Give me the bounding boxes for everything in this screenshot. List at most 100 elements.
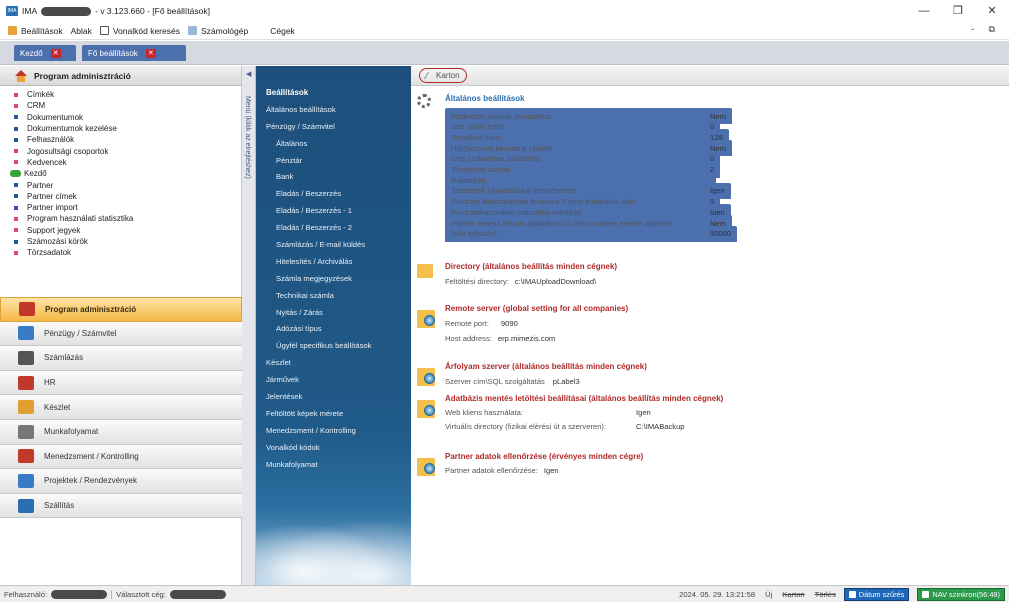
settings-nav-item[interactable]: Beállítások [256,84,411,101]
module-label: Készlet [44,402,71,412]
server-folder-icon [417,458,435,476]
tree-item[interactable]: Program használati statisztika [14,213,241,224]
tree-item[interactable]: Dokumentumok kezelése [14,123,241,134]
module-button[interactable]: Számlázás [0,346,242,371]
pencil-icon [423,72,436,79]
karton-status-button[interactable]: Karton [782,590,804,599]
row-value: 9090 [500,319,518,328]
tree-item[interactable]: Címkék [14,89,241,100]
window-titlebar: IMA IMA - v 3.123.660 - [Fő beállítások]… [0,0,1009,22]
tree-item-label: Felhasználók [27,135,75,145]
tree-item[interactable]: Kezdő [10,168,241,179]
settings-nav-item[interactable]: Nyitás / Zárás [256,304,411,321]
tree-item[interactable]: Felhasználók [14,134,241,145]
mdi-controls[interactable]: - ⧉ [971,24,1001,35]
section-title: Remote server (global setting for all co… [445,304,629,313]
tree-item[interactable]: Kedvencek [14,157,241,168]
tree-item-label: Kezdő [24,169,47,179]
settings-nav-item[interactable]: Menedzsment / Kontrolling [256,422,411,439]
settings-nav-item[interactable]: Technikai számla [256,287,411,304]
settings-nav-item[interactable]: Hitelesítés / Archiválás [256,253,411,270]
settings-nav-item[interactable]: Adózási típus [256,320,411,337]
section-title: Directory (általános beállítás minden cé… [445,262,618,271]
module-button[interactable]: Pénzügy / Számvitel [0,321,242,347]
tree-item[interactable]: Jogosultsági csoportok [14,145,241,156]
menu-collapse-strip[interactable]: ◀ Menü (klikk az elrejtéshez) [242,66,256,585]
tree-item[interactable]: CRM [14,100,241,111]
delete-button[interactable]: Törlés [815,590,836,599]
minimize-button[interactable]: — [907,0,941,22]
close-window-button[interactable]: ✕ [975,0,1009,22]
settings-nav-item[interactable]: Ügyfél specifikus beállítások [256,337,411,354]
tree-item-label: Kedvencek [27,157,67,167]
new-button[interactable]: Új [765,590,772,599]
tree-item[interactable]: Dokumentumok [14,112,241,123]
tab-kezdo[interactable]: Kezdő ✕ [14,45,76,61]
menu-vonalkod-kereses[interactable]: Vonalkód keresés [99,26,180,36]
host-address-row: Host address: erp.mimezis.com [445,334,555,343]
collapse-arrow-icon[interactable]: ◀ [246,70,251,78]
menu-szamologep[interactable]: Számológép [187,26,248,36]
settings-nav-item[interactable]: Munkafolyamat [256,456,411,473]
tab-close-icon[interactable]: ✕ [145,48,156,58]
app-icon: IMA [6,6,18,16]
settings-nav-item[interactable]: Vonalkód kódok [256,439,411,456]
bullet-icon [14,228,18,233]
maximize-button[interactable]: ❐ [941,0,975,22]
tree-item[interactable]: Törzsadatok [14,247,241,258]
menubar: Beállítások Ablak Vonalkód keresés Számo… [0,22,1009,40]
module-button[interactable]: Program adminisztráció [0,297,242,322]
tree-item-label: Jogosultsági csoportok [27,146,109,156]
settings-nav-item[interactable]: Általános [256,135,411,152]
settings-nav-item[interactable]: Feltöltött képek mérete [256,405,411,422]
settings-nav-item[interactable]: Eladás / Beszerzés - 2 [256,219,411,236]
module-label: Menedzsment / Kontrolling [44,451,139,461]
settings-nav-item[interactable]: Számlázás / E-mail küldés [256,236,411,253]
menu-ablak[interactable]: Ablak [71,26,92,36]
module-button[interactable]: Munkafolyamat [0,419,242,445]
tree-item[interactable]: Partner import [14,202,241,213]
menu-label: Beállítások [21,25,63,36]
settings-nav-item[interactable]: Pénztár [256,152,411,169]
row-label: Host address: [445,334,492,343]
settings-nav-item[interactable]: Jelentések [256,388,411,405]
tree-item[interactable]: Partner [14,179,241,190]
settings-nav-item[interactable]: Számla megjegyzések [256,270,411,287]
date-filter-button[interactable]: Dátum szűrés [843,588,910,601]
tree-item-label: Support jegyek [27,225,81,235]
settings-nav-item[interactable]: Eladás / Beszerzés [256,185,411,202]
settings-nav-item[interactable]: Eladás / Beszerzés - 1 [256,202,411,219]
tab-close-icon[interactable]: ✕ [50,48,61,58]
tab-fo-beallitasok[interactable]: Fő beállítások ✕ [82,45,186,61]
module-icon [18,350,34,365]
settings-nav-item[interactable]: Bank [256,168,411,185]
row-label: Remote port: [445,319,489,328]
module-button[interactable]: Menedzsment / Kontrolling [0,444,242,470]
redacted-user [51,589,108,599]
module-button[interactable]: HR [0,370,242,396]
module-icon [18,400,34,415]
nav-sync-button[interactable]: NAV szinkron(56:48) [917,588,1005,601]
module-button[interactable]: Készlet [0,395,242,420]
tree-item-label: Dokumentumok kezelése [27,124,117,134]
settings-nav-item[interactable]: Készlet [256,354,411,371]
menu-beallitasok[interactable]: Beállítások [8,26,63,36]
tree-item[interactable]: Partner címek [14,191,241,202]
module-list: Program adminisztráció Pénzügy / Számvite… [0,297,242,519]
karton-button[interactable]: Karton [419,68,467,83]
section-title: Adatbázis mentés letöltési beállításai (… [445,394,724,403]
server-folder-icon [417,310,435,328]
settings-nav-item[interactable]: Járművek [256,371,411,388]
settings-nav-item[interactable]: Általános beállítások [256,101,411,118]
bullet-icon [14,239,18,244]
datetime: 2024. 05. 29. 13:21:58 [679,590,756,599]
tree-item[interactable]: Support jegyek [14,225,241,236]
tree-item[interactable]: Számozási körök [14,236,241,247]
bullet-icon [14,160,18,165]
menu-cegek[interactable]: Cégek [270,26,295,36]
module-label: Projektek / Rendezvények [44,476,137,486]
settings-nav-item[interactable]: Pénzügy / Számvitel [256,118,411,135]
module-button[interactable]: Projektek / Rendezvények [0,469,242,494]
module-button[interactable]: Szállítás [0,493,242,519]
folder-icon [417,264,433,278]
